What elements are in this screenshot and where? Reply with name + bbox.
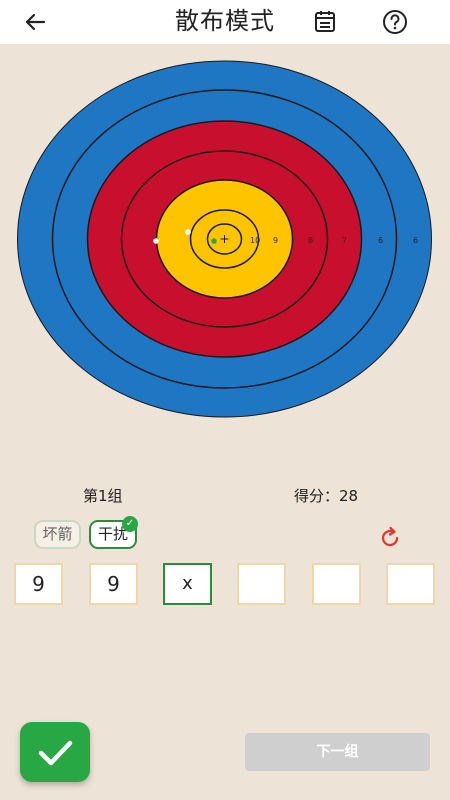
score-box-6[interactable] — [386, 563, 435, 605]
group-label: 第1组 — [83, 487, 123, 505]
group-score: 得分：28 — [294, 487, 359, 505]
score-box-3[interactable]: x — [163, 563, 212, 605]
ring-label-8: 8 — [308, 236, 313, 245]
confirm-button[interactable] — [20, 722, 90, 782]
score-box-4[interactable] — [237, 563, 286, 605]
arrow-hit-current — [211, 238, 217, 244]
arrow-hit-1 — [153, 238, 159, 244]
reset-button[interactable] — [377, 525, 403, 551]
bad-arrow-chip[interactable]: 坏箭 — [34, 520, 81, 549]
ring-label-9: 9 — [273, 236, 278, 245]
ring-label-6a: 6 — [378, 236, 383, 245]
ring-label-7: 7 — [342, 236, 347, 245]
check-badge-icon: ✓ — [122, 516, 138, 532]
archery-target[interactable]: 10 9 8 7 6 6 — [17, 60, 432, 418]
score-box-1[interactable]: 9 — [14, 563, 63, 605]
record-list-button[interactable] — [310, 7, 340, 37]
refresh-icon — [381, 526, 399, 547]
help-button[interactable] — [380, 7, 410, 37]
list-icon — [315, 11, 335, 32]
ring-label-6b: 6 — [413, 236, 418, 245]
arrow-hit-2 — [185, 229, 191, 235]
check-icon — [38, 740, 73, 766]
help-circle-icon — [383, 10, 407, 34]
next-group-button[interactable]: 下一组 — [245, 733, 430, 771]
ring-label-10: 10 — [250, 236, 260, 245]
score-box-2[interactable]: 9 — [89, 563, 138, 605]
score-box-5[interactable] — [312, 563, 361, 605]
header-bar: 散布模式 — [0, 0, 450, 44]
